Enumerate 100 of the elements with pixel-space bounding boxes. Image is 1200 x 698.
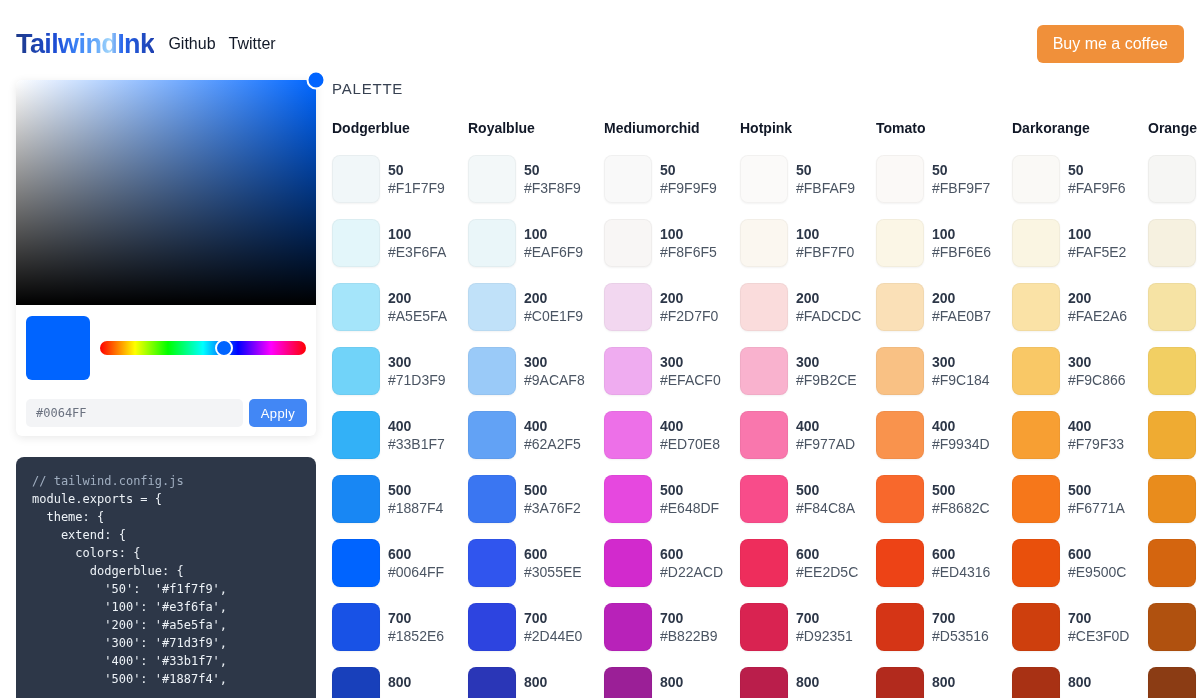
hex-code: #C0E1F9 bbox=[524, 307, 584, 325]
column-heading: Mediumorchid bbox=[604, 120, 700, 136]
shade-label: 400 bbox=[524, 417, 548, 435]
shade-label: 200 bbox=[796, 289, 820, 307]
shade-label: 100 bbox=[932, 225, 956, 243]
shade-label: 200 bbox=[388, 289, 412, 307]
hex-code: #ED70E8 bbox=[660, 435, 720, 453]
shade-label: 50 bbox=[524, 161, 540, 179]
hex-code: #F84C8A bbox=[796, 499, 856, 517]
column-heading: Darkorange bbox=[1012, 120, 1090, 136]
hex-code: #F3F8F9 bbox=[524, 179, 581, 197]
hex-code: #FADCDC bbox=[796, 307, 862, 325]
nav-link[interactable]: Twitter bbox=[228, 34, 276, 54]
shade-label: 500 bbox=[796, 481, 820, 499]
shade-label: 800 bbox=[524, 673, 548, 691]
shade-label: 600 bbox=[796, 545, 820, 563]
shade-label: 100 bbox=[388, 225, 412, 243]
shade-label: 700 bbox=[1068, 609, 1092, 627]
shade-label: 50 bbox=[660, 161, 676, 179]
hex-code: #9ACAF8 bbox=[524, 371, 585, 389]
hex-code: #F9F9F9 bbox=[660, 179, 717, 197]
hex-code: #FAF9F6 bbox=[1068, 179, 1126, 197]
column-heading: Hotpink bbox=[740, 120, 793, 136]
hex-code: #EFACF0 bbox=[660, 371, 721, 389]
hex-code: #EAF6F9 bbox=[524, 243, 584, 261]
slider-thumb[interactable] bbox=[214, 339, 233, 357]
hex-code: #ED4316 bbox=[932, 563, 991, 581]
shade-label: 300 bbox=[524, 353, 548, 371]
shade-label: 100 bbox=[524, 225, 548, 243]
shade-label: 200 bbox=[660, 289, 684, 307]
hex-code: #F8F6F5 bbox=[660, 243, 717, 261]
hex-code: #F1F7F9 bbox=[388, 179, 445, 197]
nav-link[interactable]: Github bbox=[168, 34, 216, 54]
hex-code: #33B1F7 bbox=[388, 435, 445, 453]
shade-label: 300 bbox=[796, 353, 820, 371]
hex-code: #F2D7F0 bbox=[660, 307, 719, 325]
shade-label: 200 bbox=[932, 289, 956, 307]
shade-label: 200 bbox=[1068, 289, 1092, 307]
column-heading: Tomato bbox=[876, 120, 926, 136]
hex-code: #D22ACD bbox=[660, 563, 724, 581]
hex-input[interactable]: #0064FF bbox=[26, 399, 243, 427]
shade-label: 500 bbox=[524, 481, 548, 499]
shade-label: 300 bbox=[660, 353, 684, 371]
saturation-area[interactable] bbox=[16, 80, 316, 305]
hex-code: #1887F4 bbox=[388, 499, 444, 517]
shade-label: 500 bbox=[660, 481, 684, 499]
shade-label: 700 bbox=[524, 609, 548, 627]
shade-label: 300 bbox=[388, 353, 412, 371]
shade-label: 100 bbox=[660, 225, 684, 243]
hex-code: #3A76F2 bbox=[524, 499, 581, 517]
hex-code: #2D44E0 bbox=[524, 627, 583, 645]
shade-label: 800 bbox=[660, 673, 684, 691]
shade-label: 400 bbox=[796, 417, 820, 435]
hex-code: #FAE0B7 bbox=[932, 307, 992, 325]
shade-label: 600 bbox=[660, 545, 684, 563]
shade-label: 100 bbox=[796, 225, 820, 243]
shade-label: 400 bbox=[388, 417, 412, 435]
shade-label: 50 bbox=[1068, 161, 1084, 179]
shade-label: 300 bbox=[932, 353, 956, 371]
hue-slider[interactable] bbox=[100, 341, 306, 355]
column-heading: Orange bbox=[1148, 120, 1197, 136]
shade-label: 600 bbox=[388, 545, 412, 563]
picker-handle[interactable] bbox=[306, 70, 326, 90]
hex-code: #F977AD bbox=[796, 435, 856, 453]
hex-code: #B822B9 bbox=[660, 627, 718, 645]
hex-code: #FBF7F0 bbox=[796, 243, 855, 261]
hex-code: #CE3F0D bbox=[1068, 627, 1130, 645]
hex-code: #FBF6E6 bbox=[932, 243, 992, 261]
hex-code: #F9B2CE bbox=[796, 371, 857, 389]
apply-button[interactable]: Apply bbox=[249, 399, 307, 427]
shade-label: 700 bbox=[796, 609, 820, 627]
shade-label: 100 bbox=[1068, 225, 1092, 243]
hex-code: #D53516 bbox=[932, 627, 989, 645]
hex-code: #FBF9F7 bbox=[932, 179, 991, 197]
hex-code: #A5E5FA bbox=[388, 307, 448, 325]
shade-label: 300 bbox=[1068, 353, 1092, 371]
shade-label: 800 bbox=[388, 673, 412, 691]
column-heading: Dodgerblue bbox=[332, 120, 410, 136]
color-preview-icon bbox=[26, 316, 90, 380]
hex-code: #E9500C bbox=[1068, 563, 1127, 581]
shade-label: 50 bbox=[796, 161, 812, 179]
hex-code: #EE2D5C bbox=[796, 563, 859, 581]
hex-code: #FBFAF9 bbox=[796, 179, 856, 197]
hex-code: #71D3F9 bbox=[388, 371, 446, 389]
shade-label: 500 bbox=[1068, 481, 1092, 499]
shade-label: 400 bbox=[660, 417, 684, 435]
shade-label: 700 bbox=[388, 609, 412, 627]
hex-code: #F8682C bbox=[932, 499, 990, 517]
hex-code: #D92351 bbox=[796, 627, 853, 645]
shade-label: 800 bbox=[932, 673, 956, 691]
shade-label: 400 bbox=[1068, 417, 1092, 435]
shade-label: 800 bbox=[1068, 673, 1092, 691]
shade-label: 700 bbox=[932, 609, 956, 627]
hex-code: #FAE2A6 bbox=[1068, 307, 1128, 325]
column-heading: Royalblue bbox=[468, 120, 535, 136]
shade-label: 600 bbox=[932, 545, 956, 563]
hex-code: #0064FF bbox=[388, 563, 445, 581]
hex-code: #F9C184 bbox=[932, 371, 990, 389]
shade-label: 500 bbox=[932, 481, 956, 499]
hex-code: #E648DF bbox=[660, 499, 720, 517]
